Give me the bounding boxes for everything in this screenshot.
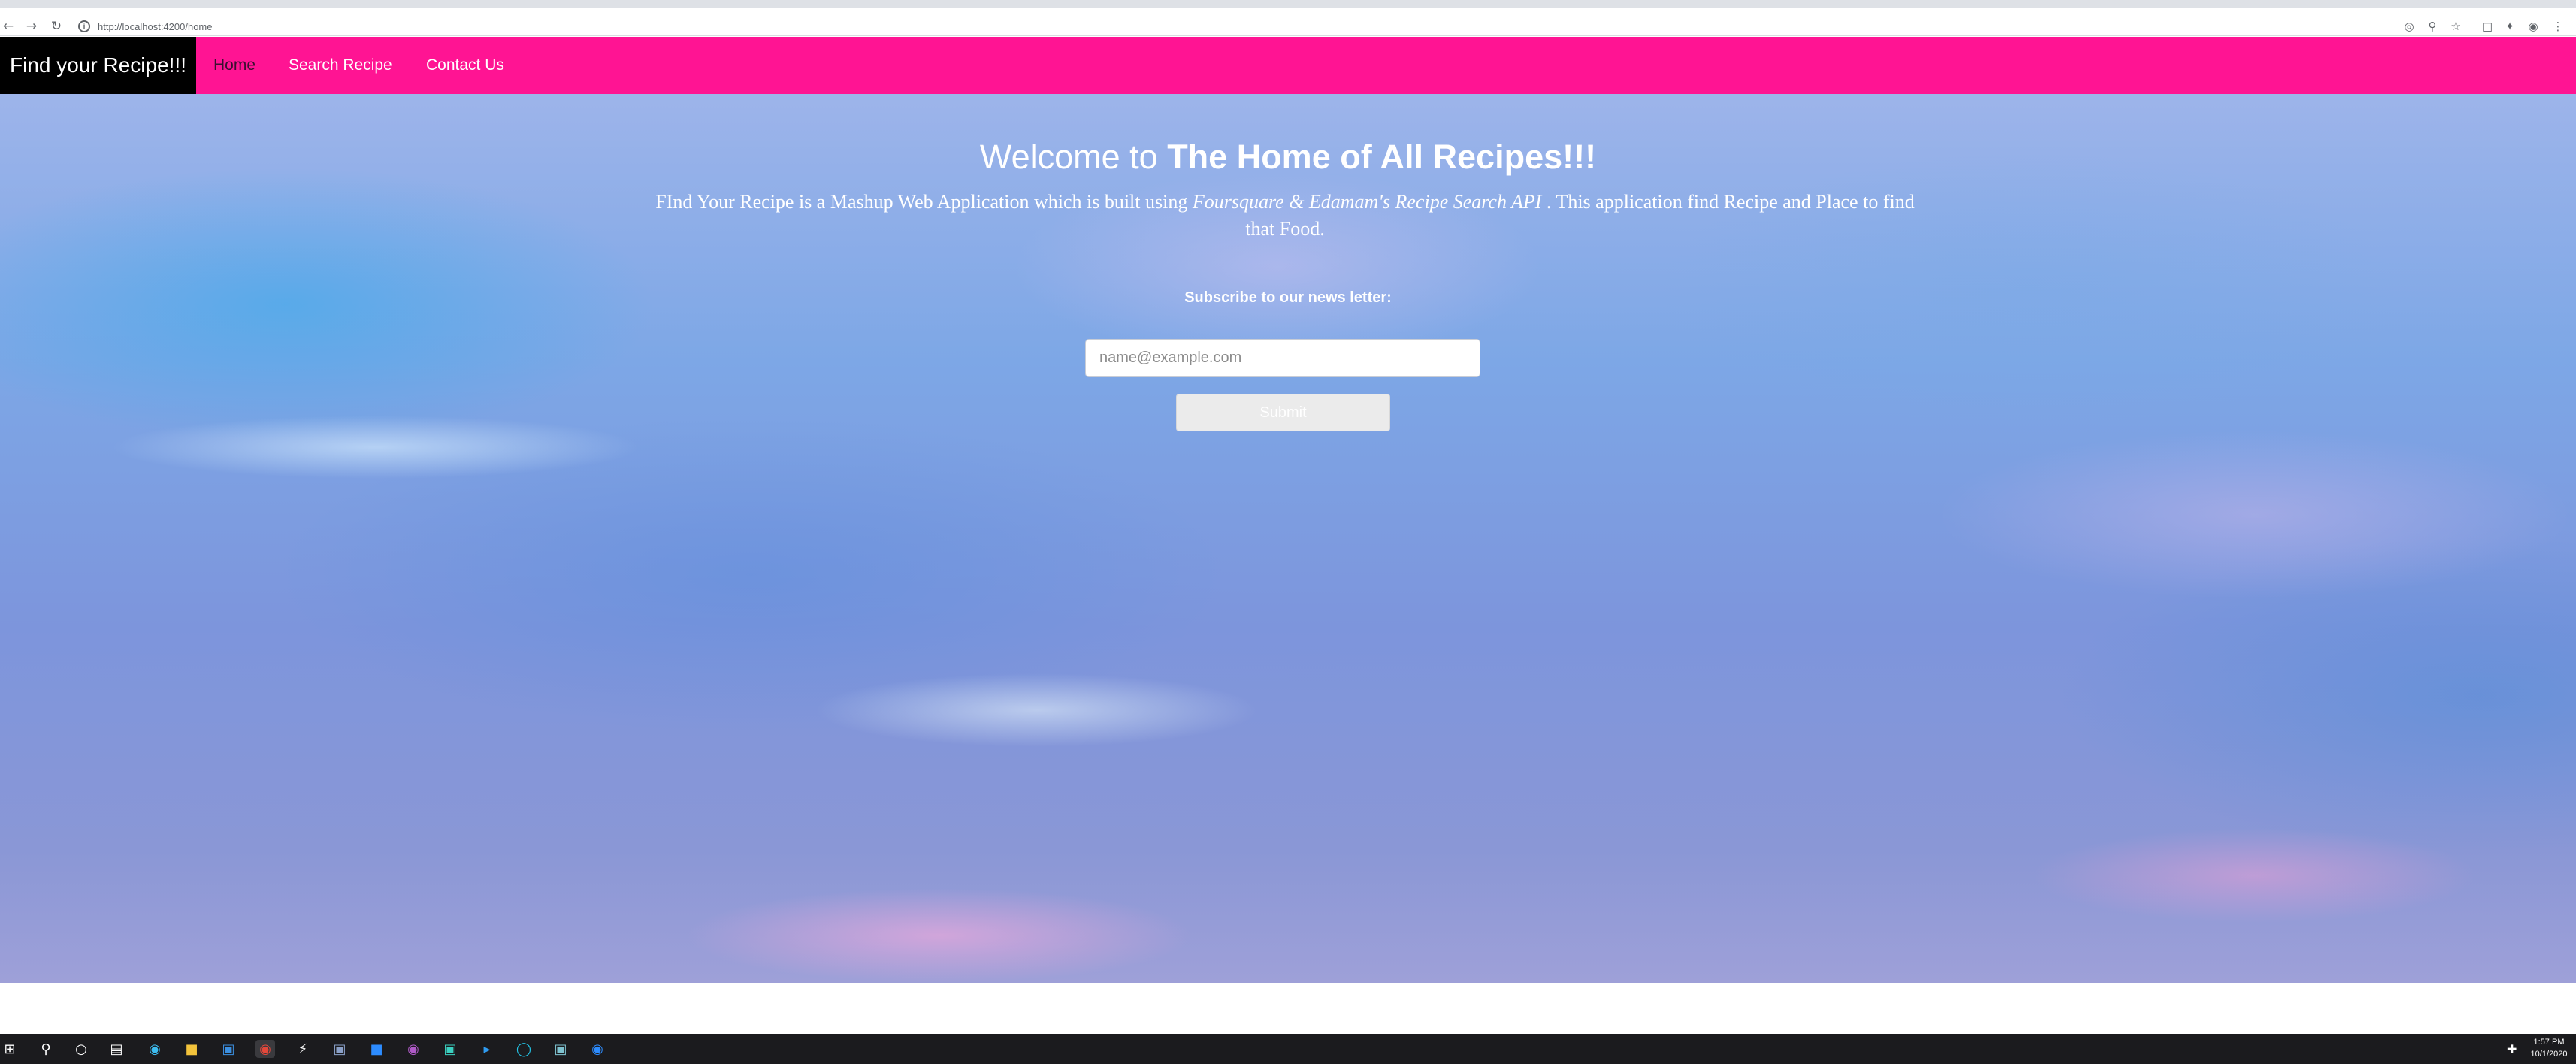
- menu-icon[interactable]: ⋮: [2550, 19, 2565, 34]
- address-bar[interactable]: http://localhost:4200/home: [98, 21, 213, 32]
- hero-section: Welcome to The Home of All Recipes!!! FI…: [0, 94, 2576, 983]
- pycharm-icon[interactable]: ▣: [440, 1040, 460, 1058]
- location-icon[interactable]: ◎: [2402, 19, 2417, 34]
- terminal-icon[interactable]: ⚡: [293, 1040, 313, 1058]
- back-icon[interactable]: ←: [0, 18, 17, 35]
- title-bold: The Home of All Recipes!!!: [1167, 138, 1597, 176]
- brand-logo[interactable]: Find your Recipe!!!: [0, 37, 196, 94]
- vscode-icon[interactable]: ▸: [477, 1040, 497, 1058]
- chrome-icon[interactable]: ◉: [255, 1040, 275, 1058]
- cortana-icon[interactable]: ○: [71, 1040, 91, 1058]
- page-title: Welcome to The Home of All Recipes!!!: [0, 138, 2576, 177]
- mail-icon[interactable]: ▣: [219, 1040, 238, 1058]
- account-icon[interactable]: ◉: [2526, 19, 2541, 34]
- bookmark-star-icon[interactable]: ☆: [2448, 19, 2463, 34]
- forward-icon[interactable]: →: [23, 18, 40, 35]
- nav-link-search-recipe[interactable]: Search Recipe: [289, 37, 392, 94]
- subscribe-label: Subscribe to our news letter:: [1184, 289, 1392, 306]
- document-icon[interactable]: □: [2480, 19, 2495, 34]
- nav-link-home[interactable]: Home: [213, 37, 255, 94]
- start-icon[interactable]: ⊞: [0, 1040, 20, 1058]
- windows-taskbar: ⊞ ⚲ ○ ▤ ◉ ■ ▣ ◉ ⚡ ▣ ■ ◉ ▣ ▸ ◯ ▣ ◉ ✚ 1:57…: [0, 1034, 2576, 1064]
- submit-button[interactable]: Submit: [1176, 394, 1390, 431]
- search-icon[interactable]: ⚲: [36, 1040, 56, 1058]
- network-icon[interactable]: ✚: [2507, 1042, 2517, 1056]
- reload-icon[interactable]: ↻: [48, 18, 65, 35]
- zoom-icon[interactable]: ⚲: [2425, 19, 2440, 34]
- site-info-icon[interactable]: i: [78, 20, 90, 32]
- system-clock[interactable]: 1:57 PM 10/1/2020: [2525, 1036, 2573, 1060]
- title-prefix: Welcome to: [979, 138, 1158, 176]
- site-navbar: Find your Recipe!!! Home Search Recipe C…: [0, 37, 2576, 94]
- task-view-icon[interactable]: ▤: [107, 1040, 126, 1058]
- hero-description: FInd Your Recipe is a Mashup Web Applica…: [654, 189, 1916, 243]
- extensions-icon[interactable]: ✦: [2502, 19, 2517, 34]
- notes-icon[interactable]: ▣: [551, 1040, 570, 1058]
- desc-part1: FInd Your Recipe is a Mashup Web Applica…: [655, 191, 1188, 213]
- clock-date: 10/1/2020: [2530, 1050, 2568, 1059]
- camera-icon[interactable]: ▣: [330, 1040, 349, 1058]
- nav-link-contact-us[interactable]: Contact Us: [426, 37, 504, 94]
- browser-toolbar: ← → ↻ i http://localhost:4200/home ◎ ⚲ ☆…: [0, 8, 2576, 36]
- clock-time: 1:57 PM: [2533, 1038, 2565, 1047]
- desc-api-name: Foursquare & Edamam's Recipe Search API: [1192, 191, 1542, 213]
- chat-icon[interactable]: ◉: [588, 1040, 607, 1058]
- app-icon[interactable]: ◉: [404, 1040, 423, 1058]
- zoom-app-icon[interactable]: ■: [367, 1040, 386, 1058]
- alexa-icon[interactable]: ◯: [514, 1040, 534, 1058]
- email-field[interactable]: [1085, 339, 1480, 377]
- browser-tab-strip: [0, 0, 2576, 8]
- edge-icon[interactable]: ◉: [145, 1040, 165, 1058]
- file-explorer-icon[interactable]: ■: [182, 1040, 201, 1058]
